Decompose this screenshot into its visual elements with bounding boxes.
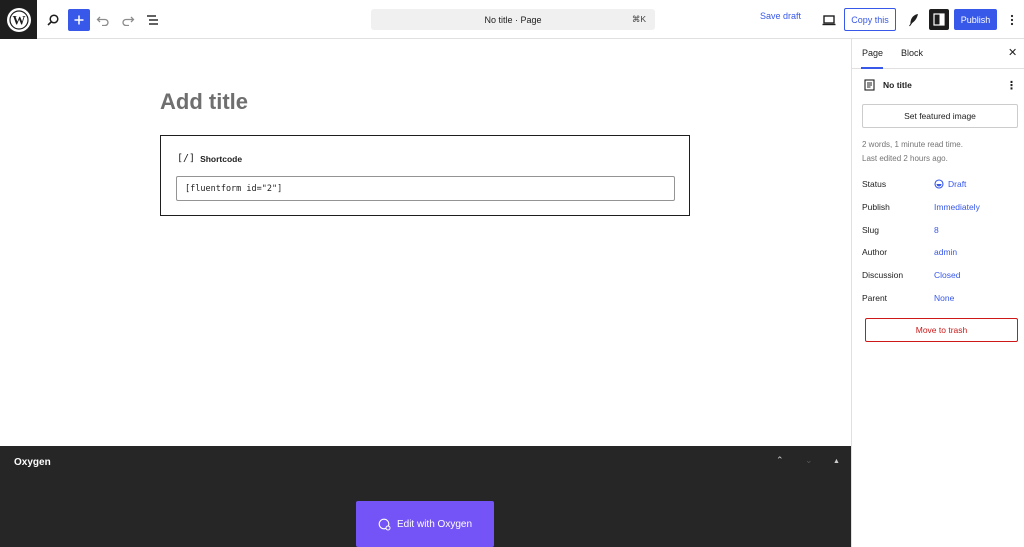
author-value[interactable]: admin	[934, 247, 957, 257]
tab-block[interactable]: Block	[901, 48, 923, 58]
discussion-label: Discussion	[862, 270, 904, 280]
parent-value[interactable]: None	[934, 293, 954, 303]
post-title-placeholder[interactable]: Add title	[160, 89, 248, 115]
status-label: Status	[862, 179, 887, 189]
slug-label: Slug	[862, 225, 880, 235]
shortcode-block-label: Shortcode	[200, 153, 243, 164]
oxygen-meta-box: Oxygen ⌃ ⌄ ▲ Edit with Oxygen	[0, 446, 851, 547]
move-to-trash-button[interactable]: Move to trash	[865, 318, 1018, 342]
wordpress-logo-icon[interactable]: W	[0, 0, 37, 39]
status-value[interactable]: Draft	[934, 179, 966, 189]
list-view-icon[interactable]	[142, 9, 164, 31]
edit-with-oxygen-button[interactable]: Edit with Oxygen	[356, 501, 494, 547]
more-options-icon[interactable]: ⋮	[1006, 79, 1017, 92]
collapse-toggle-icon[interactable]: ▲	[833, 458, 840, 465]
document-summary: No title	[864, 79, 912, 91]
slug-value[interactable]: 8	[934, 225, 939, 235]
set-featured-image-button[interactable]: Set featured image	[862, 104, 1018, 128]
block-inserter-button[interactable]	[68, 9, 90, 31]
document-title: No title	[883, 80, 912, 90]
more-vertical-icon[interactable]	[1001, 9, 1023, 31]
feather-icon[interactable]	[903, 9, 925, 31]
read-time-text: 2 words, 1 minute read time.	[862, 140, 963, 149]
oxygen-icon	[378, 518, 391, 530]
oxygen-panel-title: Oxygen	[14, 457, 51, 468]
settings-panel-icon[interactable]	[929, 9, 949, 30]
settings-sidebar: Page Block ✕ No title ⋮ Set featured ima…	[851, 39, 1024, 547]
command-palette-bar[interactable]: No title · Page ⌘K	[371, 9, 655, 30]
discussion-value[interactable]: Closed	[934, 270, 960, 280]
shortcode-input[interactable]: [fluentform id="2"]	[176, 176, 675, 201]
close-icon[interactable]: ✕	[1008, 46, 1017, 59]
publish-label: Publish	[862, 202, 890, 212]
search-icon[interactable]	[42, 9, 64, 31]
page-icon	[864, 79, 875, 91]
chevron-down-icon[interactable]: ⌄	[805, 455, 813, 466]
shortcode-block[interactable]: [/] Shortcode [fluentform id="2"]	[160, 135, 690, 216]
draft-status-icon	[934, 179, 944, 189]
publish-button[interactable]: Publish	[954, 9, 997, 30]
plus-icon	[74, 15, 84, 25]
author-label: Author	[862, 247, 888, 257]
editor-canvas: Add title [/] Shortcode [fluentform id="…	[0, 39, 851, 446]
publish-value[interactable]: Immediately	[934, 202, 980, 212]
status-value-label: Draft	[948, 179, 967, 189]
redo-icon[interactable]	[117, 9, 139, 31]
last-edited-text: Last edited 2 hours ago.	[862, 154, 948, 163]
edit-with-oxygen-label: Edit with Oxygen	[396, 518, 473, 530]
parent-label: Parent	[862, 293, 888, 303]
copy-this-button[interactable]: Copy this	[844, 8, 896, 31]
undo-icon[interactable]	[92, 9, 114, 31]
desktop-preview-icon[interactable]	[818, 9, 840, 31]
editor-top-bar: W No title · Page ⌘K Save draft Copy thi…	[0, 0, 1024, 39]
shortcode-block-header: [/] Shortcode	[177, 153, 242, 164]
svg-text:W: W	[12, 12, 25, 27]
shortcode-icon: [/]	[177, 153, 196, 164]
sidebar-tabs: Page Block ✕	[852, 39, 1024, 69]
keyboard-shortcut-label: ⌘K	[631, 14, 646, 24]
save-draft-button[interactable]: Save draft	[760, 11, 801, 21]
document-title-label: No title · Page	[484, 14, 542, 25]
tab-page[interactable]: Page	[860, 48, 884, 69]
chevron-up-icon[interactable]: ⌃	[776, 455, 784, 466]
